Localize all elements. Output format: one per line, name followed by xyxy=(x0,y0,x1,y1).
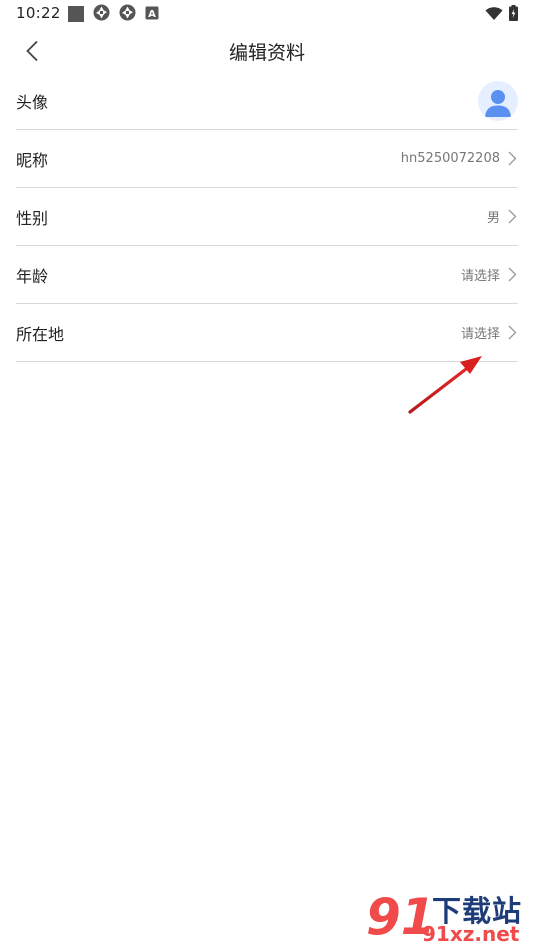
row-label: 所在地 xyxy=(16,324,65,344)
row-value: 请选择 xyxy=(460,327,500,342)
battery-icon xyxy=(509,5,518,25)
watermark-domain: 91xz.net xyxy=(422,922,520,946)
page-title: 编辑资料 xyxy=(228,42,305,64)
profile-list: 头像 昵称 hn5250072208 性别 男 年龄 请选择 所在地 请选择 xyxy=(16,72,518,362)
row-label: 年龄 xyxy=(16,266,49,286)
row-value: hn5250072208 xyxy=(400,151,500,166)
system-icons xyxy=(485,5,518,25)
chevron-right-icon xyxy=(508,267,518,283)
row-label: 昵称 xyxy=(16,150,49,170)
header: 编辑资料 xyxy=(0,28,534,74)
row-gender[interactable]: 性别 男 xyxy=(16,188,518,246)
row-value: 男 xyxy=(486,211,500,226)
status-time: 10:22 xyxy=(16,4,61,22)
row-value: 请选择 xyxy=(460,269,500,284)
row-nickname[interactable]: 昵称 hn5250072208 xyxy=(16,130,518,188)
stop-icon xyxy=(68,6,84,22)
row-age[interactable]: 年龄 请选择 xyxy=(16,246,518,304)
watermark-logo: 91 下载站 91xz.net xyxy=(364,886,534,950)
row-avatar[interactable]: 头像 xyxy=(16,72,518,130)
svg-text:A: A xyxy=(148,9,156,20)
chevron-right-icon xyxy=(508,209,518,225)
aperture-icon-2 xyxy=(119,4,136,25)
wifi-icon xyxy=(485,6,503,25)
chevron-right-icon xyxy=(508,151,518,167)
avatar[interactable] xyxy=(478,80,518,121)
row-label: 性别 xyxy=(16,208,49,228)
annotation-arrow-icon xyxy=(408,356,482,414)
row-label: 头像 xyxy=(16,92,49,112)
notification-icons: A xyxy=(68,4,159,25)
chevron-right-icon xyxy=(508,325,518,341)
app-notification-icon: A xyxy=(145,5,159,24)
user-icon xyxy=(485,89,511,117)
status-bar: 10:22 A xyxy=(0,0,534,28)
aperture-icon xyxy=(93,4,110,25)
